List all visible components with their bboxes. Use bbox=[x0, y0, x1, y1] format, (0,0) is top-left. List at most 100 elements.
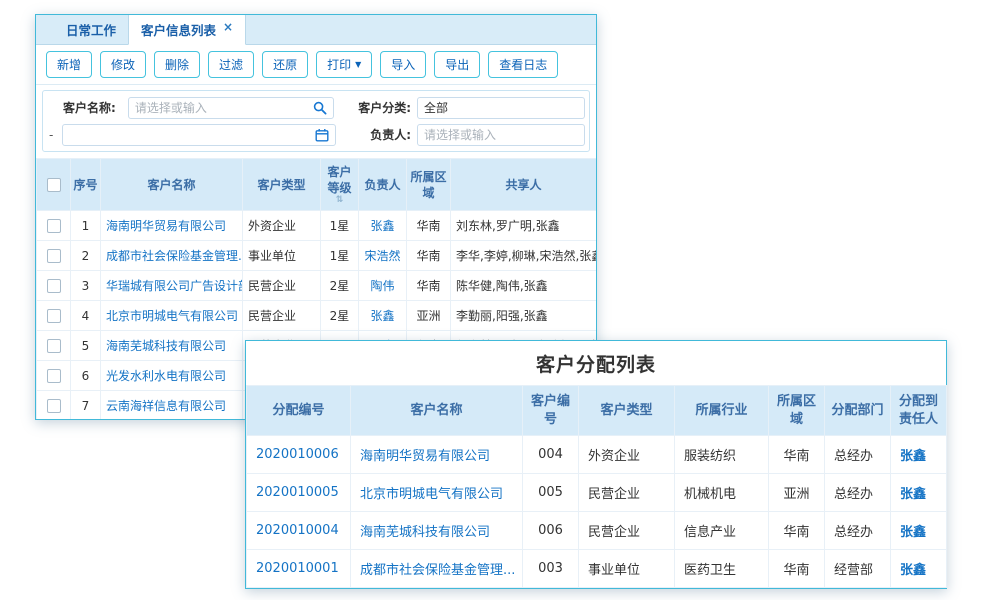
row-checkbox[interactable] bbox=[47, 279, 61, 293]
owner-input[interactable] bbox=[418, 128, 580, 142]
row-checkbox[interactable] bbox=[47, 369, 61, 383]
button-label: 导入 bbox=[391, 56, 415, 73]
customer-name-link[interactable]: 北京市明城电气有限公司 bbox=[106, 309, 238, 323]
row-checkbox[interactable] bbox=[47, 339, 61, 353]
allocation-table-header-row: 分配编号 客户名称 客户编号 客户类型 所属行业 所属区域 分配部门 分配到责任… bbox=[247, 386, 947, 436]
allocation-panel-title: 客户分配列表 bbox=[246, 341, 946, 385]
customer-name-input[interactable] bbox=[129, 101, 311, 115]
owner-link[interactable]: 宋浩然 bbox=[364, 249, 400, 263]
customer-row: 2成都市社会保险基金管理...事业单位1星宋浩然华南李华,李婷,柳琳,宋浩然,张… bbox=[37, 241, 597, 271]
shared-cell: 陈华健,陶伟,张鑫 bbox=[451, 271, 597, 301]
assignee-link[interactable]: 张鑫 bbox=[900, 525, 926, 540]
assignee-link[interactable]: 张鑫 bbox=[900, 563, 926, 578]
assignee-cell: 张鑫 bbox=[891, 512, 947, 550]
customer-name-link[interactable]: 光发水利水电有限公司 bbox=[106, 369, 226, 383]
toolbar-button-view-log[interactable]: 查看日志 bbox=[488, 51, 558, 78]
region-cell: 亚洲 bbox=[407, 301, 451, 331]
allocation-no-cell: 2020010006 bbox=[247, 436, 351, 474]
customer-name-link[interactable]: 海南芜城科技有限公司 bbox=[360, 525, 490, 540]
row-checkbox[interactable] bbox=[47, 249, 61, 263]
row-checkbox[interactable] bbox=[47, 309, 61, 323]
button-label: 过滤 bbox=[219, 56, 243, 73]
region-cell: 华南 bbox=[769, 550, 825, 588]
assignee-cell: 张鑫 bbox=[891, 474, 947, 512]
allocation-no-link[interactable]: 2020010006 bbox=[256, 447, 339, 462]
customer-name-link[interactable]: 成都市社会保险基金管理... bbox=[360, 563, 515, 578]
shared-cell: 李勤丽,阳强,张鑫 bbox=[451, 301, 597, 331]
owner-link[interactable]: 陶伟 bbox=[370, 279, 394, 293]
col-no: 序号 bbox=[71, 159, 101, 211]
button-label: 修改 bbox=[111, 56, 135, 73]
customer-category-select[interactable] bbox=[418, 101, 580, 115]
region-cell: 华南 bbox=[407, 211, 451, 241]
owner-link[interactable]: 张鑫 bbox=[370, 309, 394, 323]
assignee-link[interactable]: 张鑫 bbox=[900, 487, 926, 502]
customer-name-link[interactable]: 华瑞城有限公司广告设计部 bbox=[106, 279, 243, 293]
customer-name-cell: 海南明华贸易有限公司 bbox=[351, 436, 523, 474]
customer-name-link[interactable]: 云南海祥信息有限公司 bbox=[106, 399, 226, 413]
allocation-no-link[interactable]: 2020010001 bbox=[256, 561, 339, 576]
date-input[interactable] bbox=[63, 128, 313, 142]
allocation-no-link[interactable]: 2020010005 bbox=[256, 485, 339, 500]
customer-no-cell: 004 bbox=[523, 436, 579, 474]
toolbar-button-export[interactable]: 导出 bbox=[434, 51, 480, 78]
customer-name-cell: 海南芜城科技有限公司 bbox=[351, 512, 523, 550]
toolbar-button-edit[interactable]: 修改 bbox=[100, 51, 146, 78]
toolbar-button-add[interactable]: 新增 bbox=[46, 51, 92, 78]
tab-customer-info-list[interactable]: 客户信息列表 × bbox=[128, 14, 246, 45]
toolbar-button-print[interactable]: 打印▼ bbox=[316, 51, 372, 78]
customer-type-cell: 事业单位 bbox=[243, 241, 321, 271]
owner-inputbox bbox=[417, 124, 585, 146]
button-label: 删除 bbox=[165, 56, 189, 73]
calendar-icon[interactable] bbox=[313, 126, 331, 144]
customer-name-cell: 华瑞城有限公司广告设计部 bbox=[101, 271, 243, 301]
assignee-link[interactable]: 张鑫 bbox=[900, 449, 926, 464]
row-index-cell: 7 bbox=[71, 391, 101, 420]
customer-name-cell: 北京市明城电气有限公司 bbox=[101, 301, 243, 331]
customer-type-cell: 外资企业 bbox=[243, 211, 321, 241]
tab-label: 客户信息列表 bbox=[141, 20, 216, 39]
select-all-checkbox[interactable] bbox=[47, 178, 61, 192]
customer-name-link[interactable]: 海南明华贸易有限公司 bbox=[360, 449, 490, 464]
customer-row: 4北京市明城电气有限公司民营企业2星张鑫亚洲李勤丽,阳强,张鑫 bbox=[37, 301, 597, 331]
customer-name-link[interactable]: 成都市社会保险基金管理... bbox=[106, 249, 243, 263]
region-cell: 亚洲 bbox=[769, 474, 825, 512]
assignee-cell: 张鑫 bbox=[891, 550, 947, 588]
col-customer-type: 客户类型 bbox=[579, 386, 675, 436]
col-allocation-no: 分配编号 bbox=[247, 386, 351, 436]
col-customer-level[interactable]: 客户等级 ⇅ bbox=[321, 159, 359, 211]
customer-name-link[interactable]: 海南明华贸易有限公司 bbox=[106, 219, 226, 233]
row-index-cell: 4 bbox=[71, 301, 101, 331]
owner-link[interactable]: 张鑫 bbox=[370, 219, 394, 233]
close-icon[interactable]: × bbox=[223, 21, 233, 33]
checkbox-cell bbox=[37, 301, 71, 331]
toolbar-button-restore[interactable]: 还原 bbox=[262, 51, 308, 78]
col-customer-level-label: 客户等级 bbox=[327, 165, 351, 195]
dept-cell: 总经办 bbox=[825, 512, 891, 550]
filter-row-2: - 负责人: bbox=[49, 121, 583, 148]
shared-cell: 刘东林,罗广明,张鑫 bbox=[451, 211, 597, 241]
customer-name-cell: 海南明华贸易有限公司 bbox=[101, 211, 243, 241]
toolbar-button-import[interactable]: 导入 bbox=[380, 51, 426, 78]
toolbar-button-filter[interactable]: 过滤 bbox=[208, 51, 254, 78]
customer-name-cell: 北京市明城电气有限公司 bbox=[351, 474, 523, 512]
customer-name-link[interactable]: 北京市明城电气有限公司 bbox=[360, 487, 503, 502]
row-checkbox[interactable] bbox=[47, 399, 61, 413]
filter-row-1: 客户名称: 客户分类: bbox=[49, 94, 583, 121]
row-index-cell: 1 bbox=[71, 211, 101, 241]
allocation-table: 分配编号 客户名称 客户编号 客户类型 所属行业 所属区域 分配部门 分配到责任… bbox=[246, 385, 947, 588]
tab-daily-work[interactable]: 日常工作 bbox=[54, 14, 128, 44]
allocation-no-link[interactable]: 2020010004 bbox=[256, 523, 339, 538]
region-cell: 华南 bbox=[407, 241, 451, 271]
sort-icon[interactable]: ⇅ bbox=[323, 196, 356, 205]
search-icon[interactable] bbox=[311, 99, 329, 117]
row-checkbox[interactable] bbox=[47, 219, 61, 233]
allocation-row: 2020010004海南芜城科技有限公司006民营企业信息产业华南总经办张鑫 bbox=[247, 512, 947, 550]
checkbox-cell bbox=[37, 241, 71, 271]
row-index-cell: 5 bbox=[71, 331, 101, 361]
customer-name-link[interactable]: 海南芜城科技有限公司 bbox=[106, 339, 226, 353]
owner-cell: 张鑫 bbox=[359, 211, 407, 241]
toolbar-button-delete[interactable]: 删除 bbox=[154, 51, 200, 78]
col-industry: 所属行业 bbox=[675, 386, 769, 436]
customer-no-cell: 003 bbox=[523, 550, 579, 588]
